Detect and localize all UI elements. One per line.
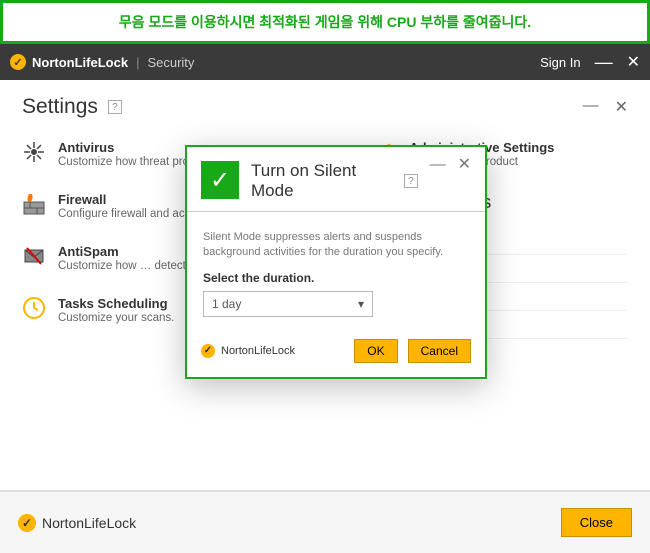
bottom-brand-text: NortonLifeLock bbox=[42, 515, 136, 531]
titlebar-brand: ✓ NortonLifeLock | Security bbox=[10, 54, 194, 70]
brand-separator: | bbox=[136, 55, 139, 70]
settings-subheader: Settings ? — ✕ bbox=[0, 80, 650, 134]
app-titlebar: ✓ NortonLifeLock | Security Sign In — ✕ bbox=[0, 44, 650, 80]
bottom-brand: ✓ NortonLifeLock bbox=[18, 514, 136, 532]
dialog-title: Turn on Silent Mode bbox=[251, 161, 396, 201]
dialog-minimize-icon[interactable]: — bbox=[430, 157, 446, 173]
norton-check-icon: ✓ bbox=[10, 54, 26, 70]
brand-text: NortonLifeLock bbox=[32, 55, 128, 70]
settings-close-icon[interactable]: ✕ bbox=[615, 97, 628, 117]
item-desc: Customize your scans. bbox=[58, 311, 174, 326]
dialog-brand: ✓ NortonLifeLock bbox=[201, 344, 295, 358]
signin-link[interactable]: Sign In bbox=[540, 55, 580, 70]
silent-mode-dialog: ✓ Turn on Silent Mode ? — ✕ Silent Mode … bbox=[185, 145, 487, 379]
norton-check-icon: ✓ bbox=[201, 344, 215, 358]
antispam-icon bbox=[22, 244, 46, 268]
cancel-button[interactable]: Cancel bbox=[408, 339, 471, 363]
duration-label: Select the duration. bbox=[203, 271, 469, 285]
duration-value: 1 day bbox=[212, 297, 241, 311]
dialog-brand-text: NortonLifeLock bbox=[221, 345, 295, 357]
page-title: Settings bbox=[22, 95, 98, 119]
close-icon[interactable]: ✕ bbox=[627, 52, 640, 72]
item-title: Tasks Scheduling bbox=[58, 296, 174, 311]
antivirus-icon bbox=[22, 140, 46, 164]
chevron-down-icon: ▾ bbox=[358, 297, 364, 311]
close-button[interactable]: Close bbox=[561, 508, 632, 537]
dialog-close-icon[interactable]: ✕ bbox=[458, 157, 471, 173]
firewall-icon bbox=[22, 192, 46, 216]
annotation-banner: 무음 모드를 이용하시면 최적화된 게임을 위해 CPU 부하를 줄여줍니다. bbox=[0, 0, 650, 44]
dialog-help-icon[interactable]: ? bbox=[404, 174, 417, 188]
clock-icon bbox=[22, 296, 46, 320]
dialog-description: Silent Mode suppresses alerts and suspen… bbox=[203, 230, 469, 261]
minimize-icon[interactable]: — bbox=[595, 52, 613, 73]
section-text: Security bbox=[147, 55, 194, 70]
settings-minimize-icon[interactable]: — bbox=[583, 97, 599, 117]
ok-button[interactable]: OK bbox=[354, 339, 397, 363]
bottom-bar: ✓ NortonLifeLock Close bbox=[0, 491, 650, 553]
annotation-text: 무음 모드를 이용하시면 최적화된 게임을 위해 CPU 부하를 줄여줍니다. bbox=[119, 12, 531, 32]
norton-check-icon: ✓ bbox=[18, 514, 36, 532]
help-icon[interactable]: ? bbox=[108, 100, 122, 114]
dialog-check-icon: ✓ bbox=[201, 161, 239, 199]
duration-select[interactable]: 1 day ▾ bbox=[203, 291, 373, 317]
